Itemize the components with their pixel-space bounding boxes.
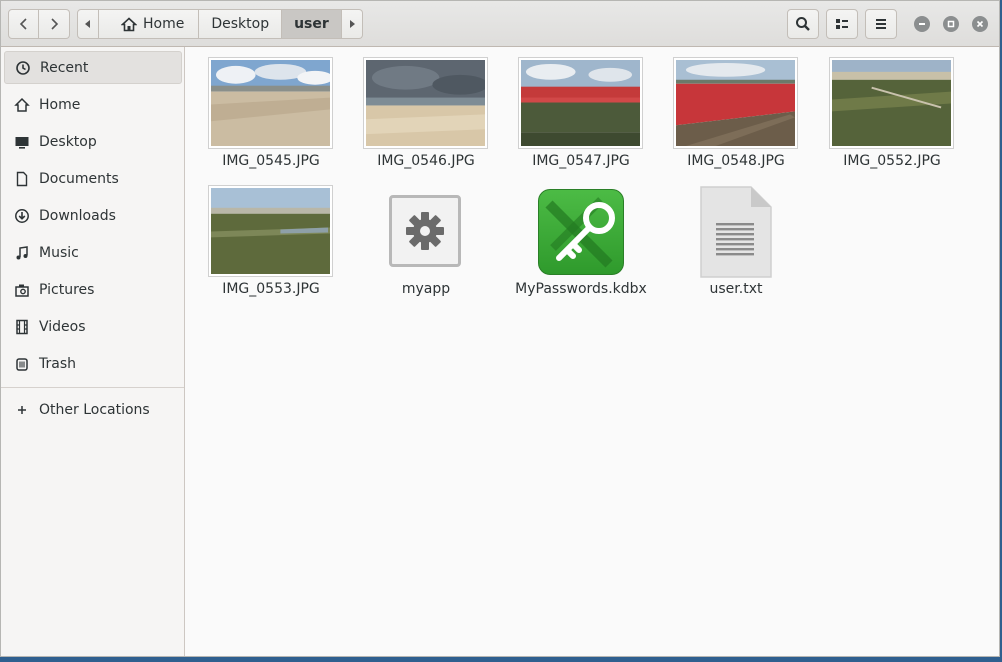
sidebar-item-label: Home xyxy=(39,96,81,113)
file-name: IMG_0547.JPG xyxy=(532,153,630,169)
sidebar-item-home[interactable]: Home xyxy=(4,88,182,121)
file-item[interactable]: IMG_0548.JPG xyxy=(666,57,806,172)
desktop-icon xyxy=(14,134,30,150)
path-user-label: user xyxy=(294,16,329,32)
sidebar-item-label: Documents xyxy=(39,170,119,187)
sidebar-item-desktop[interactable]: Desktop xyxy=(4,125,182,158)
file-view: IMG_0545.JPG IMG_0546.JPG IMG_0547.JPG I… xyxy=(185,47,999,656)
maximize-button[interactable] xyxy=(943,16,959,32)
clock-icon xyxy=(15,60,31,76)
search-icon xyxy=(796,17,810,31)
sidebar-item-label: Other Locations xyxy=(39,401,150,418)
trash-icon xyxy=(14,356,30,372)
triangle-right-icon xyxy=(349,20,355,28)
image-thumbnail xyxy=(673,57,798,149)
path-item-user[interactable]: user xyxy=(282,9,342,39)
key-icon xyxy=(545,197,615,268)
file-item[interactable]: IMG_0553.JPG xyxy=(201,185,341,300)
path-item-desktop[interactable]: Desktop xyxy=(199,9,283,39)
sidebar-item-label: Downloads xyxy=(39,207,116,224)
sidebar-item-documents[interactable]: Documents xyxy=(4,162,182,195)
file-item[interactable]: MyPasswords.kdbx xyxy=(511,185,651,300)
music-icon xyxy=(14,245,30,261)
triangle-left-icon xyxy=(85,20,90,28)
file-name: IMG_0546.JPG xyxy=(377,153,475,169)
image-thumbnail xyxy=(208,185,333,277)
image-thumbnail xyxy=(363,57,488,149)
sidebar-item-label: Music xyxy=(39,244,79,261)
file-name: IMG_0548.JPG xyxy=(687,153,785,169)
image-thumbnail xyxy=(518,57,643,149)
film-icon xyxy=(14,319,30,335)
minimize-icon xyxy=(919,23,925,25)
maximize-icon xyxy=(947,20,955,28)
file-item[interactable]: IMG_0545.JPG xyxy=(201,57,341,172)
file-name: user.txt xyxy=(709,281,763,297)
gear-icon xyxy=(406,212,444,250)
path-desktop-label: Desktop xyxy=(211,16,270,32)
navigation-buttons xyxy=(8,9,70,39)
forward-button[interactable] xyxy=(39,9,70,39)
file-manager-window: Home Desktop user Recent Home Desktop Do… xyxy=(0,0,1000,657)
sidebar-item-downloads[interactable]: Downloads xyxy=(4,199,182,232)
sidebar-item-music[interactable]: Music xyxy=(4,236,182,269)
sidebar-item-trash[interactable]: Trash xyxy=(4,347,182,380)
home-icon xyxy=(14,97,30,113)
path-scroll-left-button[interactable] xyxy=(77,9,99,39)
chevron-right-icon xyxy=(51,18,59,30)
file-name: IMG_0545.JPG xyxy=(222,153,320,169)
file-item[interactable]: IMG_0547.JPG xyxy=(511,57,651,172)
path-item-home[interactable]: Home xyxy=(99,9,200,39)
back-button[interactable] xyxy=(8,9,39,39)
close-icon xyxy=(976,20,984,28)
sidebar-item-label: Desktop xyxy=(39,133,97,150)
sidebar-item-label: Trash xyxy=(39,355,76,372)
list-view-icon xyxy=(836,19,848,29)
sidebar-item-recent[interactable]: Recent xyxy=(4,51,182,84)
sidebar-item-pictures[interactable]: Pictures xyxy=(4,273,182,306)
path-bar: Home Desktop user xyxy=(77,9,363,39)
text-file-icon xyxy=(700,186,772,278)
home-icon xyxy=(121,16,137,31)
download-icon xyxy=(14,208,30,224)
camera-icon xyxy=(14,282,30,298)
file-item[interactable]: myapp xyxy=(356,185,496,300)
close-button[interactable] xyxy=(972,16,988,32)
image-thumbnail xyxy=(208,57,333,149)
file-item[interactable]: user.txt xyxy=(666,185,806,300)
file-name: myapp xyxy=(401,281,451,297)
path-home-label: Home xyxy=(143,16,185,32)
sidebar-item-other-locations[interactable]: Other Locations xyxy=(4,393,182,426)
path-scroll-right-button[interactable] xyxy=(341,9,363,39)
menu-button[interactable] xyxy=(865,9,897,39)
executable-icon xyxy=(389,195,461,267)
view-toggle-button[interactable] xyxy=(826,9,858,39)
sidebar-item-videos[interactable]: Videos xyxy=(4,310,182,343)
file-item[interactable]: IMG_0546.JPG xyxy=(356,57,496,172)
hamburger-menu-icon xyxy=(876,19,886,29)
sidebar-item-label: Recent xyxy=(40,59,89,76)
sidebar: Recent Home Desktop Documents Downloads … xyxy=(1,47,185,656)
chevron-left-icon xyxy=(19,18,27,30)
file-name: IMG_0553.JPG xyxy=(222,281,320,297)
file-item[interactable]: IMG_0552.JPG xyxy=(822,57,962,172)
search-button[interactable] xyxy=(787,9,819,39)
file-name: MyPasswords.kdbx xyxy=(515,281,647,297)
header-bar: Home Desktop user xyxy=(1,1,999,47)
sidebar-item-label: Videos xyxy=(39,318,86,335)
minimize-button[interactable] xyxy=(914,16,930,32)
keepass-icon xyxy=(538,189,624,275)
file-name: IMG_0552.JPG xyxy=(843,153,941,169)
sidebar-separator xyxy=(1,387,184,388)
image-thumbnail xyxy=(829,57,954,149)
document-icon xyxy=(14,171,30,187)
plus-icon xyxy=(14,402,30,418)
sidebar-item-label: Pictures xyxy=(39,281,95,298)
